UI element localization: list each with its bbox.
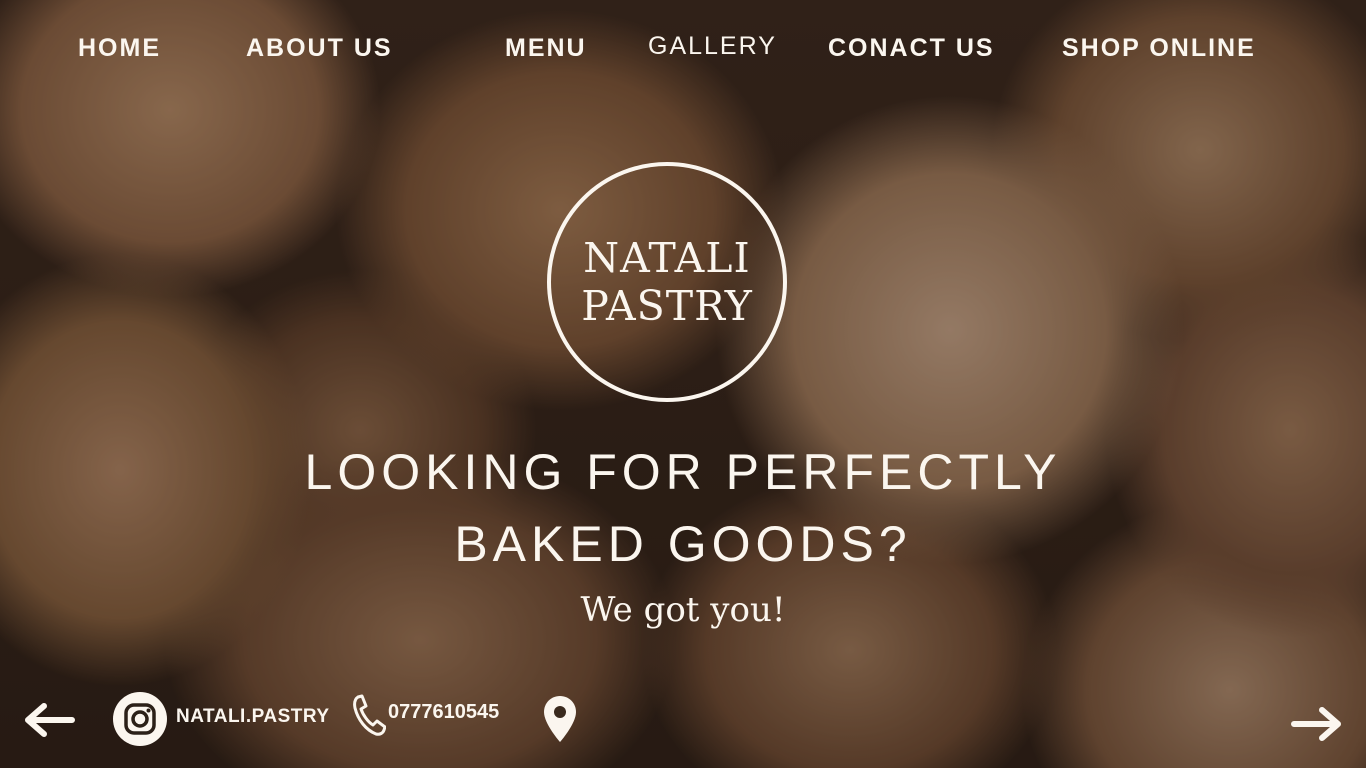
nav-menu[interactable]: MENU [505,34,587,63]
phone-number[interactable]: 0777610545 [388,701,499,724]
nav-home[interactable]: HOME [78,34,161,63]
instagram-icon[interactable] [113,692,167,746]
arrow-left-icon[interactable] [22,700,78,740]
nav-contact-us[interactable]: CONACT US [828,34,995,63]
hero-tagline: We got you! [580,590,786,630]
instagram-handle[interactable]: NATALI.PASTRY [176,706,330,728]
arrow-right-icon[interactable] [1288,704,1344,744]
location-pin-icon[interactable] [542,694,578,744]
logo-line-1: NATALI [583,234,751,282]
headline-line-2: BAKED GOODS? [454,516,912,572]
nav-about-us[interactable]: ABOUT US [246,34,393,63]
main-navigation: HOME ABOUT US MENU GALLERY CONACT US SHO… [0,0,1366,100]
headline-line-1: LOOKING FOR PERFECTLY [304,444,1062,500]
logo-line-2: PASTRY [581,282,753,330]
hero-headline: LOOKING FOR PERFECTLY BAKED GOODS? [0,436,1366,580]
phone-icon [352,694,387,736]
nav-shop-online[interactable]: SHOP ONLINE [1062,34,1256,63]
brand-logo: NATALI PASTRY [547,162,787,402]
nav-gallery[interactable]: GALLERY [648,32,777,61]
